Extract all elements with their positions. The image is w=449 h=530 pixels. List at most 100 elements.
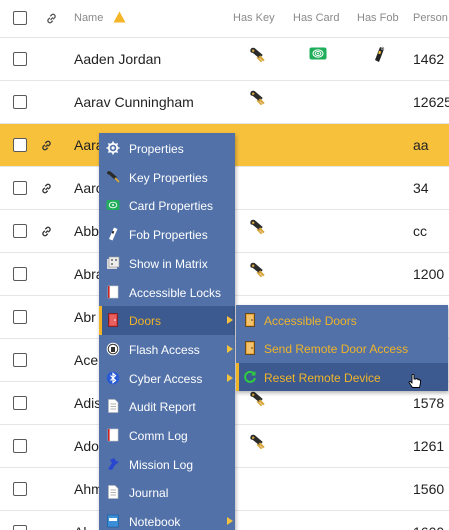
key-icon bbox=[250, 391, 265, 407]
submenu-item-label: Reset Remote Device bbox=[264, 370, 381, 385]
menu-item-label: Comm Log bbox=[129, 429, 188, 443]
row-checkbox[interactable] bbox=[13, 482, 27, 496]
row-checkbox[interactable] bbox=[13, 525, 27, 530]
row-checkbox[interactable] bbox=[13, 267, 27, 281]
row-checkbox[interactable] bbox=[13, 52, 27, 66]
context-menu: Properties Key Properties Card Properties F… bbox=[99, 133, 235, 530]
column-header-name[interactable]: Name bbox=[74, 12, 103, 24]
menu-item-properties[interactable]: Properties bbox=[99, 134, 235, 163]
menu-item-flash-access[interactable]: Flash Access bbox=[99, 335, 235, 364]
fob-icon bbox=[375, 46, 385, 62]
document-icon bbox=[108, 485, 119, 500]
table-row[interactable]: Aarav Cunningham 12625 bbox=[0, 81, 449, 124]
menu-item-cyber-access[interactable]: Cyber Access bbox=[99, 364, 235, 393]
flash-access-icon bbox=[106, 342, 120, 356]
row-person: 34 bbox=[413, 180, 429, 196]
column-header-has-fob[interactable]: Has Fob bbox=[357, 12, 399, 24]
row-person: 1261 bbox=[413, 438, 445, 454]
menu-item-label: Fob Properties bbox=[129, 228, 208, 243]
submenu-arrow-icon bbox=[227, 373, 233, 382]
mission-icon bbox=[108, 457, 119, 470]
row-person: 1200 bbox=[413, 266, 445, 282]
row-checkbox[interactable] bbox=[13, 310, 27, 324]
key-icon bbox=[250, 219, 265, 235]
door-icon bbox=[108, 313, 118, 328]
link-icon[interactable] bbox=[40, 139, 53, 152]
door-icon bbox=[245, 312, 255, 327]
column-header-has-key[interactable]: Has Key bbox=[233, 12, 275, 24]
row-person: 12625 bbox=[413, 94, 449, 110]
menu-item-card-properties[interactable]: Card Properties bbox=[99, 191, 235, 220]
table-row[interactable]: Aaden Jordan 1462 bbox=[0, 38, 449, 81]
menu-item-label: Accessible Locks bbox=[129, 285, 222, 300]
menu-item-label: Journal bbox=[129, 486, 169, 501]
key-icon bbox=[250, 434, 265, 450]
submenu-arrow-icon bbox=[227, 316, 233, 325]
submenu-arrow-icon bbox=[227, 517, 233, 526]
link-column-icon bbox=[47, 13, 56, 24]
reset-icon bbox=[244, 370, 256, 383]
menu-item-label: Card Properties bbox=[129, 199, 214, 214]
link-icon[interactable] bbox=[40, 225, 53, 238]
row-person: aa bbox=[413, 137, 429, 153]
menu-item-comm-log[interactable]: Comm Log bbox=[99, 421, 235, 450]
card-icon bbox=[106, 200, 120, 211]
row-name: Aarav Cunningham bbox=[74, 94, 194, 110]
link-icon[interactable] bbox=[40, 182, 53, 195]
row-name: Abb bbox=[74, 223, 99, 239]
notebook-icon bbox=[107, 514, 119, 528]
menu-item-label: Key Properties bbox=[129, 170, 208, 185]
lock-book-icon bbox=[107, 285, 119, 298]
row-name: Ace bbox=[74, 352, 99, 368]
menu-item-accessible-locks[interactable]: Accessible Locks bbox=[99, 278, 235, 307]
menu-item-journal[interactable]: Journal bbox=[99, 478, 235, 507]
key-icon bbox=[250, 90, 265, 106]
fob-icon bbox=[109, 227, 118, 241]
row-name: Ado bbox=[74, 438, 99, 454]
gear-icon bbox=[106, 141, 120, 155]
column-header-has-card[interactable]: Has Card bbox=[293, 12, 339, 24]
row-checkbox[interactable] bbox=[13, 353, 27, 367]
key-icon bbox=[107, 170, 120, 183]
menu-item-label: Audit Report bbox=[129, 400, 196, 415]
key-icon bbox=[250, 262, 265, 278]
row-checkbox[interactable] bbox=[13, 181, 27, 195]
menu-item-fob-properties[interactable]: Fob Properties bbox=[99, 220, 235, 249]
card-icon bbox=[309, 47, 327, 60]
table-header: Name Has Key Has Card Has Fob Person bbox=[0, 0, 449, 38]
row-name: Adis bbox=[74, 395, 102, 411]
submenu-item-accessible-doors[interactable]: Accessible Doors bbox=[236, 306, 448, 335]
menu-item-audit-report[interactable]: Audit Report bbox=[99, 392, 235, 421]
row-name: Aaden Jordan bbox=[74, 51, 162, 67]
row-checkbox[interactable] bbox=[13, 439, 27, 453]
row-person: cc bbox=[413, 223, 427, 239]
menu-item-key-properties[interactable]: Key Properties bbox=[99, 163, 235, 192]
row-checkbox[interactable] bbox=[13, 396, 27, 410]
bluetooth-icon bbox=[106, 371, 120, 384]
select-all-checkbox[interactable] bbox=[13, 11, 27, 25]
row-name: Al bbox=[74, 524, 86, 530]
column-header-person[interactable]: Person bbox=[413, 12, 448, 24]
row-checkbox[interactable] bbox=[13, 138, 27, 152]
menu-item-label: Show in Matrix bbox=[129, 256, 208, 271]
menu-item-label: Mission Log bbox=[129, 457, 194, 472]
row-person: 1600 bbox=[413, 524, 444, 530]
menu-item-mission-log[interactable]: Mission Log bbox=[99, 450, 235, 479]
menu-item-notebook[interactable]: Notebook bbox=[99, 507, 235, 530]
row-checkbox[interactable] bbox=[13, 224, 27, 238]
menu-item-label: Notebook bbox=[129, 515, 181, 530]
submenu-item-label: Accessible Doors bbox=[264, 313, 357, 328]
row-person: 1560 bbox=[413, 481, 445, 497]
menu-item-show-in-matrix[interactable]: Show in Matrix bbox=[99, 249, 235, 278]
document-icon bbox=[108, 399, 119, 414]
submenu-item-label: Send Remote Door Access bbox=[264, 342, 409, 357]
row-person: 1578 bbox=[413, 395, 445, 411]
menu-item-doors[interactable]: Doors bbox=[99, 306, 235, 335]
row-person: 1462 bbox=[413, 51, 445, 67]
book-icon bbox=[107, 428, 119, 442]
submenu-item-send-remote-door-access[interactable]: Send Remote Door Access bbox=[236, 334, 448, 363]
warning-triangle-icon bbox=[113, 11, 126, 23]
key-icon bbox=[250, 47, 265, 63]
row-checkbox[interactable] bbox=[13, 95, 27, 109]
menu-item-label: Doors bbox=[129, 314, 162, 329]
